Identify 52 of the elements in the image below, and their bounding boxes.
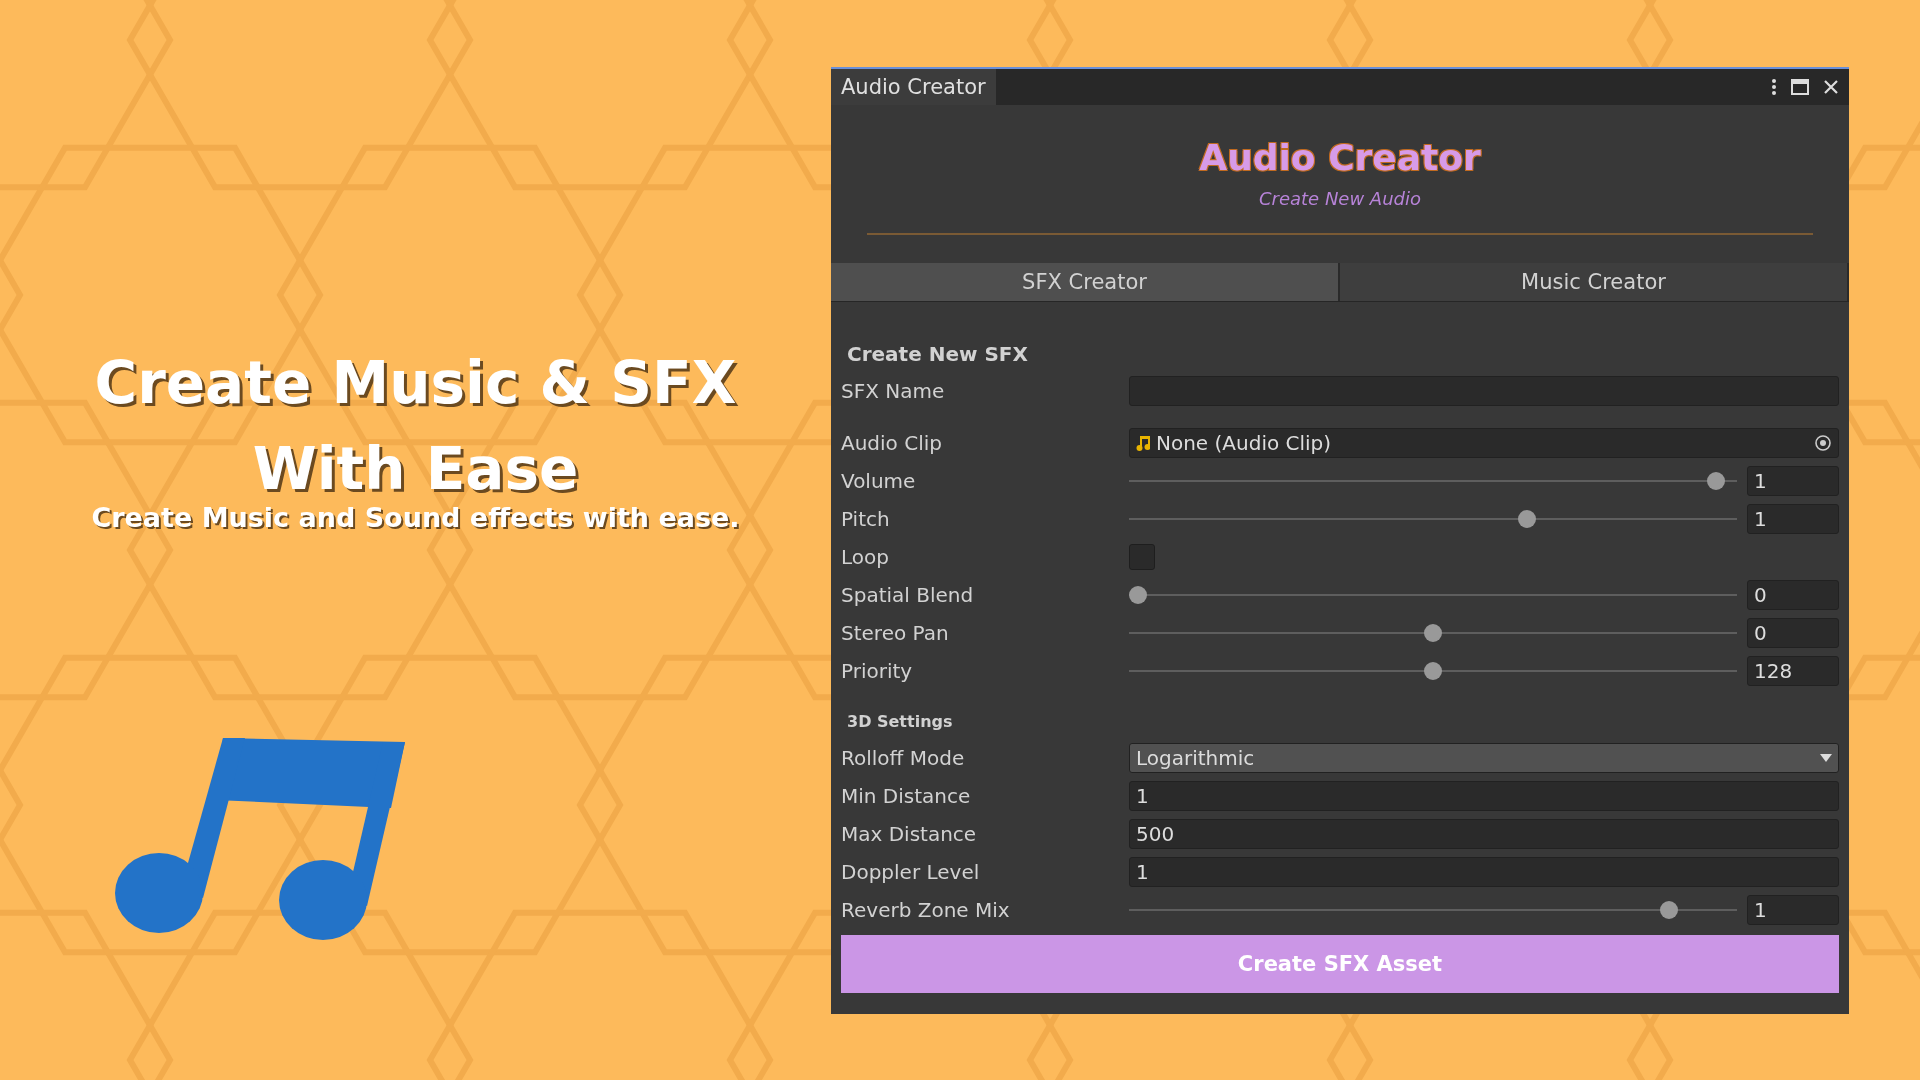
field-label: Rolloff Mode — [841, 746, 966, 770]
field-label: SFX Name — [841, 379, 946, 403]
slider[interactable] — [1129, 661, 1737, 681]
more-options-icon[interactable] — [1771, 78, 1777, 96]
field-label: Doppler Level — [841, 860, 981, 884]
number-field[interactable]: 0 — [1747, 580, 1839, 610]
promo-headline: Create Music & SFX With Ease — [94, 348, 737, 505]
field-label: Stereo Pan — [841, 621, 950, 645]
header-title: Audio Creator — [1199, 137, 1481, 178]
object-picker-icon[interactable] — [1814, 434, 1832, 452]
field-label: Audio Clip — [841, 431, 943, 455]
slider-thumb[interactable] — [1518, 510, 1537, 528]
dropdown[interactable]: Logarithmic — [1129, 743, 1839, 773]
promo-subtitle: Create Music and Sound effects with ease. — [91, 502, 740, 533]
field-label: Pitch — [841, 507, 891, 531]
slider-thumb[interactable] — [1129, 586, 1147, 604]
number-field[interactable]: 1 — [1747, 466, 1839, 496]
input-field[interactable]: 1 — [1129, 857, 1839, 887]
number-field[interactable]: 1 — [1747, 895, 1839, 925]
music-note-icon — [1136, 435, 1150, 451]
slider[interactable] — [1129, 585, 1737, 605]
field-label: Priority — [841, 659, 914, 683]
field-label: Spatial Blend — [841, 583, 975, 607]
slider[interactable] — [1129, 900, 1737, 920]
section-heading: 3D Settings — [846, 712, 954, 731]
slider[interactable] — [1129, 471, 1737, 491]
field-label: Reverb Zone Mix — [841, 898, 1011, 922]
number-field[interactable]: 128 — [1747, 656, 1839, 686]
caret-icon — [1820, 754, 1832, 762]
tab[interactable]: SFX Creator — [831, 263, 1340, 301]
slider-thumb[interactable] — [1707, 472, 1726, 490]
slider[interactable] — [1129, 623, 1737, 643]
checkbox[interactable] — [1129, 544, 1155, 570]
field-label: Loop — [841, 545, 890, 569]
header-subtitle: Create New Audio — [1258, 188, 1422, 209]
number-field[interactable]: 1 — [1747, 504, 1839, 534]
field-label: Volume — [841, 469, 917, 493]
tab[interactable]: Music Creator — [1340, 263, 1849, 301]
close-icon[interactable] — [1823, 79, 1839, 95]
window-tab[interactable]: Audio Creator — [831, 69, 996, 105]
input-field[interactable]: 1 — [1129, 781, 1839, 811]
input-field[interactable]: 500 — [1129, 819, 1839, 849]
slider[interactable] — [1129, 509, 1737, 529]
maximize-icon[interactable] — [1791, 79, 1809, 95]
field-label: Max Distance — [841, 822, 978, 846]
slider-thumb[interactable] — [1424, 662, 1442, 680]
slider-thumb[interactable] — [1660, 901, 1678, 919]
section-heading: Create New SFX — [846, 342, 1029, 366]
object-field[interactable]: None (Audio Clip) — [1129, 428, 1839, 458]
number-field[interactable]: 0 — [1747, 618, 1839, 648]
slider-thumb[interactable] — [1424, 624, 1442, 642]
field-label: Min Distance — [841, 784, 972, 808]
